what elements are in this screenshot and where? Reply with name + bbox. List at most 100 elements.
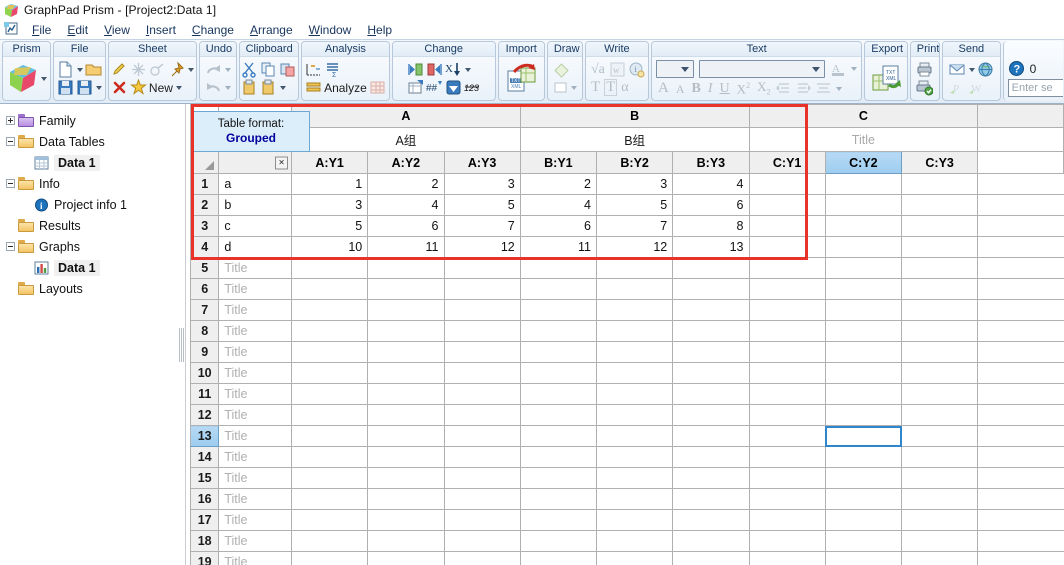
data-cell[interactable] <box>825 215 903 237</box>
row-title-cell[interactable]: Title <box>218 509 292 531</box>
column-header-A-Y3[interactable]: A:Y3 <box>444 151 521 174</box>
font-color-chevron-down-icon[interactable] <box>851 67 858 71</box>
data-cell[interactable] <box>901 299 979 321</box>
row-number[interactable]: 15 <box>189 467 220 489</box>
row-number[interactable]: 5 <box>189 257 220 279</box>
data-cell-tail[interactable] <box>977 278 1064 300</box>
data-cell[interactable] <box>901 488 979 510</box>
data-cell[interactable] <box>444 383 521 405</box>
move-left-icon[interactable] <box>407 61 424 78</box>
data-cell[interactable] <box>444 320 521 342</box>
row-number[interactable]: 13 <box>189 425 220 447</box>
row-title-cell[interactable]: Title <box>218 320 292 342</box>
new-file-icon[interactable] <box>57 61 74 78</box>
data-cell[interactable] <box>444 488 521 510</box>
row-title-cell[interactable]: Title <box>218 362 292 384</box>
data-cell[interactable] <box>291 446 369 468</box>
data-cell[interactable]: 11 <box>520 236 598 258</box>
data-cell[interactable] <box>901 383 979 405</box>
data-cell-tail[interactable] <box>977 425 1064 447</box>
data-cell[interactable] <box>596 509 674 531</box>
data-cell[interactable] <box>749 362 826 384</box>
data-cell[interactable] <box>672 467 750 489</box>
data-cell[interactable] <box>825 320 903 342</box>
print-preview-icon[interactable] <box>916 79 934 96</box>
data-cell[interactable] <box>749 299 826 321</box>
table-format-badge[interactable]: Table format: Grouped <box>192 111 310 152</box>
prism-menu-chevron-down-icon[interactable] <box>40 76 47 81</box>
data-cell[interactable] <box>520 530 598 552</box>
data-cell[interactable]: 12 <box>596 236 674 258</box>
send-email-chevron-down-icon[interactable] <box>968 67 975 72</box>
data-cell[interactable] <box>444 278 521 300</box>
analyze-bars-icon[interactable] <box>305 79 322 96</box>
transform-table-icon[interactable] <box>407 79 424 96</box>
data-cell[interactable] <box>672 509 750 531</box>
data-cell[interactable] <box>520 320 598 342</box>
data-cell[interactable] <box>596 383 674 405</box>
data-cell[interactable] <box>901 257 979 279</box>
print-icon[interactable] <box>916 61 933 78</box>
data-cell[interactable] <box>672 446 750 468</box>
data-cell[interactable] <box>367 320 445 342</box>
data-cell[interactable] <box>520 425 598 447</box>
data-cell[interactable] <box>596 362 674 384</box>
data-cell[interactable] <box>825 299 903 321</box>
data-cell[interactable]: 11 <box>367 236 445 258</box>
data-cell[interactable] <box>596 467 674 489</box>
column-header-B-Y3[interactable]: B:Y3 <box>672 151 750 174</box>
data-cell[interactable] <box>825 362 903 384</box>
data-cell[interactable] <box>367 467 445 489</box>
sidebar-item-data-tables[interactable]: Data Tables <box>0 131 186 152</box>
data-cell[interactable]: 3 <box>291 194 369 216</box>
data-cell[interactable] <box>901 194 979 216</box>
row-title-cell[interactable]: b <box>218 194 292 216</box>
data-cell[interactable] <box>596 488 674 510</box>
row-number[interactable]: 8 <box>189 320 220 342</box>
data-cell[interactable] <box>520 383 598 405</box>
sidebar-item-results[interactable]: Results <box>0 215 186 236</box>
sort-descending-x-icon[interactable]: X <box>445 61 462 78</box>
data-cell[interactable] <box>520 362 598 384</box>
data-cell[interactable] <box>825 173 903 195</box>
data-cell-tail[interactable] <box>977 173 1064 195</box>
data-cell[interactable] <box>749 551 826 565</box>
data-cell[interactable] <box>520 341 598 363</box>
row-title-cell[interactable]: Title <box>218 257 292 279</box>
title-column-header[interactable]: × <box>218 151 292 174</box>
group-header-C[interactable]: C <box>749 104 979 128</box>
data-cell[interactable] <box>520 551 598 565</box>
data-cell[interactable] <box>672 551 750 565</box>
send-web-globe-icon[interactable] <box>977 61 994 78</box>
row-number[interactable]: 4 <box>189 236 220 258</box>
column-header-C-Y2[interactable]: C:Y2 <box>825 151 903 174</box>
select-all-corner[interactable] <box>189 151 220 174</box>
paste-chevron-down-icon[interactable] <box>280 85 287 90</box>
data-cell[interactable] <box>444 551 521 565</box>
data-cell[interactable] <box>825 341 903 363</box>
data-cell[interactable] <box>749 341 826 363</box>
data-cell-tail[interactable] <box>977 488 1064 510</box>
data-cell[interactable]: 12 <box>444 236 521 258</box>
data-cell[interactable] <box>901 467 979 489</box>
splitter-grip[interactable] <box>179 327 184 362</box>
row-title-cell[interactable]: a <box>218 173 292 195</box>
menu-file[interactable]: File <box>24 22 59 38</box>
data-cell[interactable] <box>291 341 369 363</box>
data-cell[interactable] <box>444 362 521 384</box>
sheet-more-chevron-down-icon[interactable] <box>187 67 194 72</box>
data-cell-tail[interactable] <box>977 299 1064 321</box>
data-cell[interactable] <box>825 551 903 565</box>
sidebar-item-data-1[interactable]: Data 1 <box>0 257 186 278</box>
sidebar-item-family[interactable]: Family <box>0 110 186 131</box>
menu-window[interactable]: Window <box>301 22 360 38</box>
menu-insert[interactable]: Insert <box>138 22 184 38</box>
data-cell[interactable] <box>444 257 521 279</box>
align-chevron-down-icon[interactable] <box>836 86 843 91</box>
data-cell-tail[interactable] <box>977 446 1064 468</box>
data-cell[interactable] <box>825 488 903 510</box>
paste-icon[interactable] <box>241 79 258 96</box>
bold-button[interactable]: B <box>690 81 703 96</box>
data-cell[interactable] <box>291 278 369 300</box>
data-cell[interactable] <box>672 299 750 321</box>
